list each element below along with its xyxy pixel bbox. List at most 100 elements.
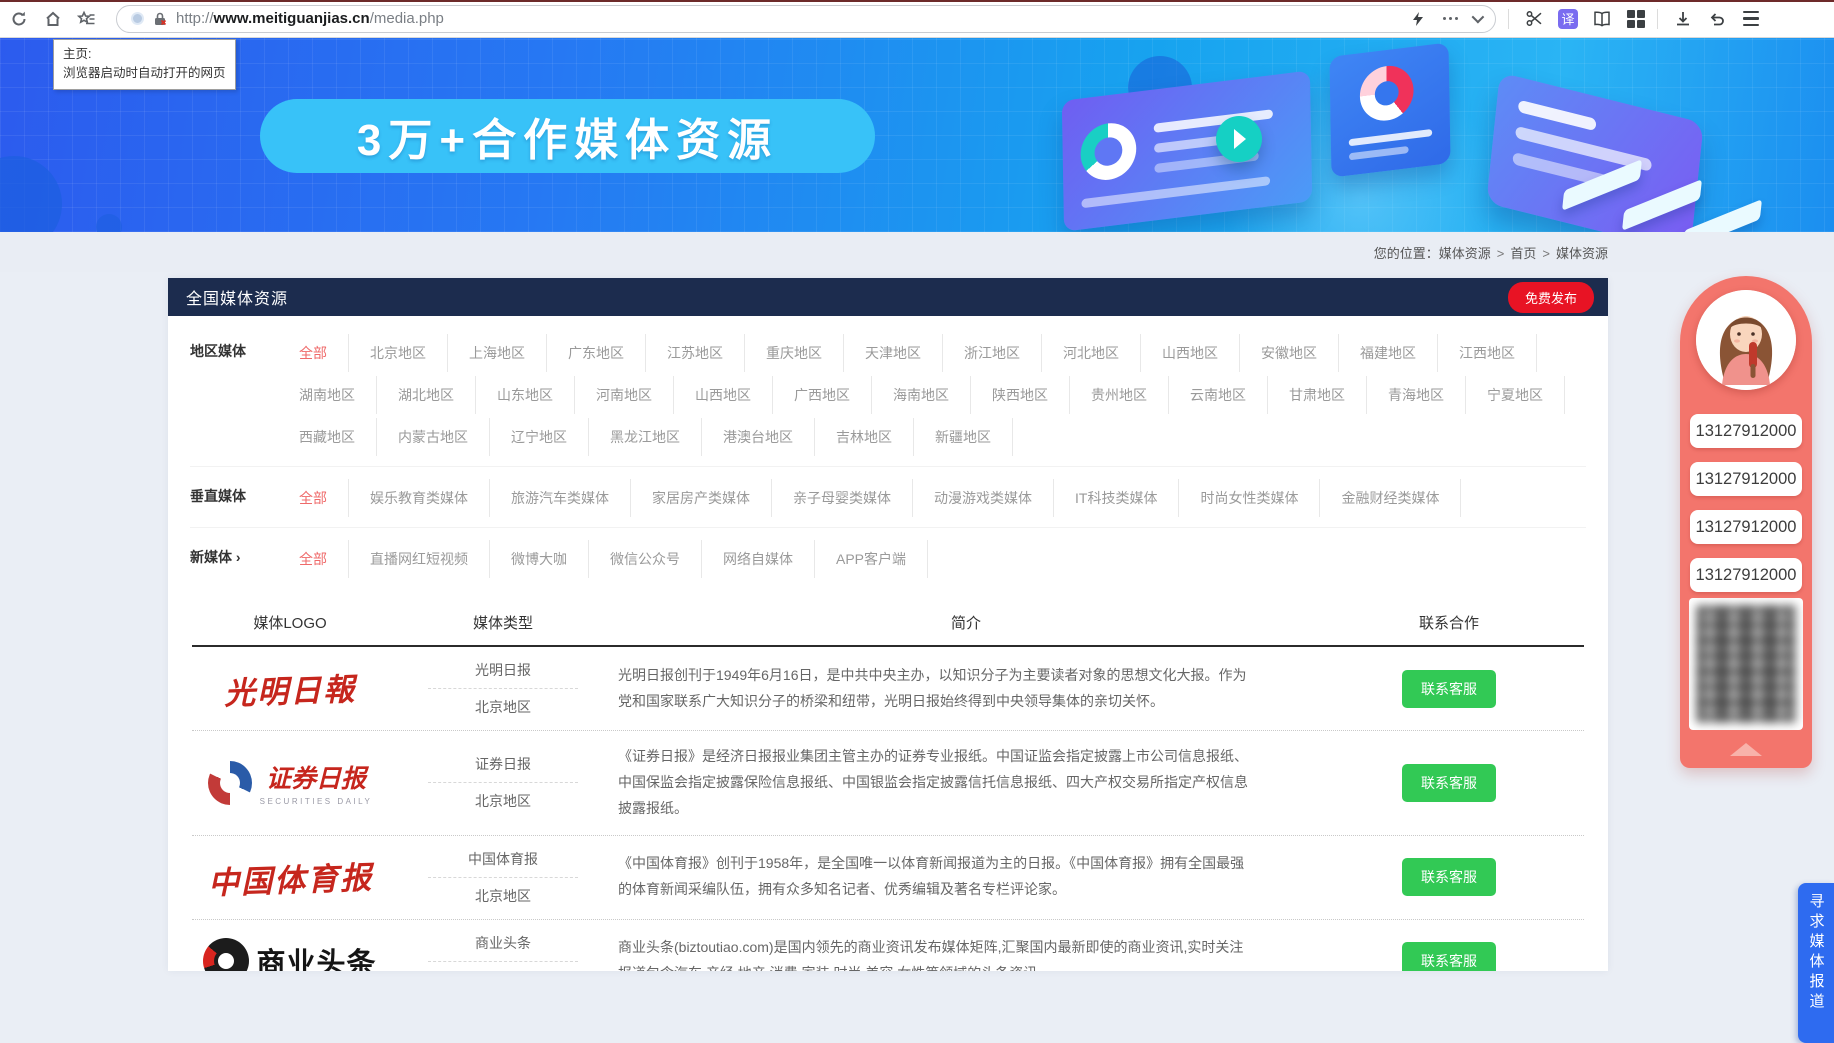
contact-service-button[interactable]: 联系客服	[1402, 764, 1496, 802]
filter-option[interactable]: 辽宁地区	[490, 418, 589, 456]
filter-option[interactable]: 黑龙江地区	[589, 418, 702, 456]
reading-mode-book-icon[interactable]	[1587, 4, 1617, 34]
filter-option[interactable]: 福建地区	[1339, 334, 1438, 372]
filter-option[interactable]: 贵州地区	[1070, 376, 1169, 414]
undo-icon[interactable]	[1702, 4, 1732, 34]
site-info-icon[interactable]	[131, 12, 144, 25]
col-header-logo: 媒体LOGO	[192, 612, 388, 633]
breadcrumb-link[interactable]: 媒体资源	[1439, 246, 1491, 261]
quick-access-bolt-icon[interactable]	[1407, 8, 1429, 30]
downloads-icon[interactable]	[1668, 4, 1698, 34]
contact-service-button[interactable]: 联系客服	[1402, 858, 1496, 896]
filter-option[interactable]: 广西地区	[773, 376, 872, 414]
translate-icon[interactable]: 译	[1553, 4, 1583, 34]
filter-option[interactable]: 动漫游戏类媒体	[913, 479, 1054, 517]
filter-option[interactable]: 微信公众号	[589, 540, 702, 578]
filter-option[interactable]: 云南地区	[1169, 376, 1268, 414]
filter-option[interactable]: 湖北地区	[377, 376, 476, 414]
filter-option[interactable]: 旅游汽车类媒体	[490, 479, 631, 517]
filter-option[interactable]: 广东地区	[547, 334, 646, 372]
media-description: 《证券日报》是经济日报报业集团主管主办的证券专业报纸。中国证监会指定披露上市公司…	[618, 744, 1314, 822]
filter-option[interactable]: 河南地区	[575, 376, 674, 414]
filter-option[interactable]: 山东地区	[476, 376, 575, 414]
filter-option[interactable]: 吉林地区	[815, 418, 914, 456]
home-icon[interactable]	[38, 4, 68, 34]
filter-option[interactable]: 亲子母婴类媒体	[772, 479, 913, 517]
filter-option[interactable]: 直播网红短视频	[349, 540, 490, 578]
filter-option[interactable]: 江西地区	[1438, 334, 1537, 372]
url-text[interactable]: http://www.meitiguanjias.cn/media.php	[176, 10, 1403, 27]
breadcrumb-separator: >	[1497, 246, 1505, 261]
url-path: /media.php	[370, 10, 444, 27]
filter-option[interactable]: 山西地区	[674, 376, 773, 414]
filter-option[interactable]: 海南地区	[872, 376, 971, 414]
media-description: 商业头条(biztoutiao.com)是国内领先的商业资讯发布媒体矩阵,汇聚国…	[618, 935, 1314, 971]
filter-option[interactable]: 安徽地区	[1240, 334, 1339, 372]
qr-blur	[1697, 606, 1795, 722]
contact-sidebar: 13127912000 13127912000 13127912000 1312791…	[1680, 276, 1812, 768]
breadcrumb-link[interactable]: 首页	[1510, 246, 1536, 261]
filter-option[interactable]: 北京地区	[349, 334, 448, 372]
home-button-tooltip: 主页: 浏览器启动时自动打开的网页	[53, 39, 236, 90]
media-type-name: 证券日报	[475, 754, 531, 774]
url-host: www.meitiguanjias.cn	[214, 10, 370, 27]
banner-headline: 3万+合作媒体资源	[357, 104, 778, 168]
table-row: 商业头条 商业头条 金融财经类媒体 商业头条(biztoutiao.com)是国…	[192, 920, 1584, 971]
filter-option[interactable]: 宁夏地区	[1466, 376, 1565, 414]
filter-option[interactable]: APP客户端	[815, 540, 928, 578]
media-logo: 中国体育报	[192, 855, 388, 900]
screenshot-scissors-icon[interactable]	[1519, 4, 1549, 34]
breadcrumb-bar: 您的位置：媒体资源>首页>媒体资源	[0, 232, 1834, 272]
filter-option[interactable]: 金融财经类媒体	[1320, 479, 1461, 517]
filter-option[interactable]: 重庆地区	[745, 334, 844, 372]
filter-option[interactable]: 甘肃地区	[1268, 376, 1367, 414]
phone-number-pill[interactable]: 13127912000	[1690, 558, 1802, 592]
media-region: 北京地区	[475, 791, 531, 811]
url-dropdown-chevron-icon[interactable]	[1472, 11, 1485, 24]
insecure-lock-icon[interactable]	[152, 11, 168, 27]
panel-title: 全国媒体资源	[186, 285, 288, 309]
contact-service-button[interactable]: 联系客服	[1402, 942, 1496, 971]
favorites-icon[interactable]	[72, 4, 102, 34]
menu-icon[interactable]	[1736, 4, 1766, 34]
media-logo-securities: 证券日报SECURITIES DAILY	[208, 759, 373, 806]
contact-service-button[interactable]: 联系客服	[1402, 670, 1496, 708]
filter-option[interactable]: 天津地区	[844, 334, 943, 372]
filter-option[interactable]: 时尚女性类媒体	[1179, 479, 1320, 517]
seek-media-float-tab[interactable]: 寻求媒体报道	[1798, 883, 1834, 1043]
filter-option[interactable]: 上海地区	[448, 334, 547, 372]
filter-option[interactable]: 湖南地区	[278, 376, 377, 414]
free-publish-button[interactable]: 免费发布	[1508, 282, 1594, 313]
apps-grid-icon[interactable]	[1621, 4, 1651, 34]
filter-option[interactable]: 港澳台地区	[702, 418, 815, 456]
reload-icon[interactable]	[4, 4, 34, 34]
filter-option[interactable]: 江苏地区	[646, 334, 745, 372]
collapse-up-icon[interactable]	[1730, 743, 1762, 756]
phone-number-pill[interactable]: 13127912000	[1690, 414, 1802, 448]
url-bar[interactable]: http://www.meitiguanjias.cn/media.php	[116, 5, 1496, 33]
filter-option[interactable]: 全部	[278, 334, 349, 372]
filter-option[interactable]: 网络自媒体	[702, 540, 815, 578]
phone-number-pill[interactable]: 13127912000	[1690, 510, 1802, 544]
filter-option[interactable]: 家居房产类媒体	[631, 479, 772, 517]
breadcrumb-link[interactable]: 媒体资源	[1556, 246, 1608, 261]
media-type-cell: 中国体育报 北京地区	[388, 849, 618, 906]
url-more-icon[interactable]	[1443, 17, 1458, 20]
filter-option[interactable]: 西藏地区	[278, 418, 377, 456]
filter-option[interactable]: 微博大咖	[490, 540, 589, 578]
filter-option[interactable]: 山西地区	[1141, 334, 1240, 372]
type-divider	[428, 688, 578, 689]
filter-option[interactable]: 青海地区	[1367, 376, 1466, 414]
filter-option[interactable]: 全部	[278, 540, 349, 578]
filter-option[interactable]: 浙江地区	[943, 334, 1042, 372]
filter-option[interactable]: 内蒙古地区	[377, 418, 490, 456]
tooltip-body: 浏览器启动时自动打开的网页	[63, 64, 226, 83]
phone-number-pill[interactable]: 13127912000	[1690, 462, 1802, 496]
filter-option[interactable]: 河北地区	[1042, 334, 1141, 372]
float-tab-label: 寻求媒体报道	[1806, 893, 1827, 1013]
filter-option[interactable]: 全部	[278, 479, 349, 517]
filter-option[interactable]: 娱乐教育类媒体	[349, 479, 490, 517]
filter-option[interactable]: IT科技类媒体	[1054, 479, 1179, 517]
filter-option[interactable]: 陕西地区	[971, 376, 1070, 414]
filter-option[interactable]: 新疆地区	[914, 418, 1013, 456]
